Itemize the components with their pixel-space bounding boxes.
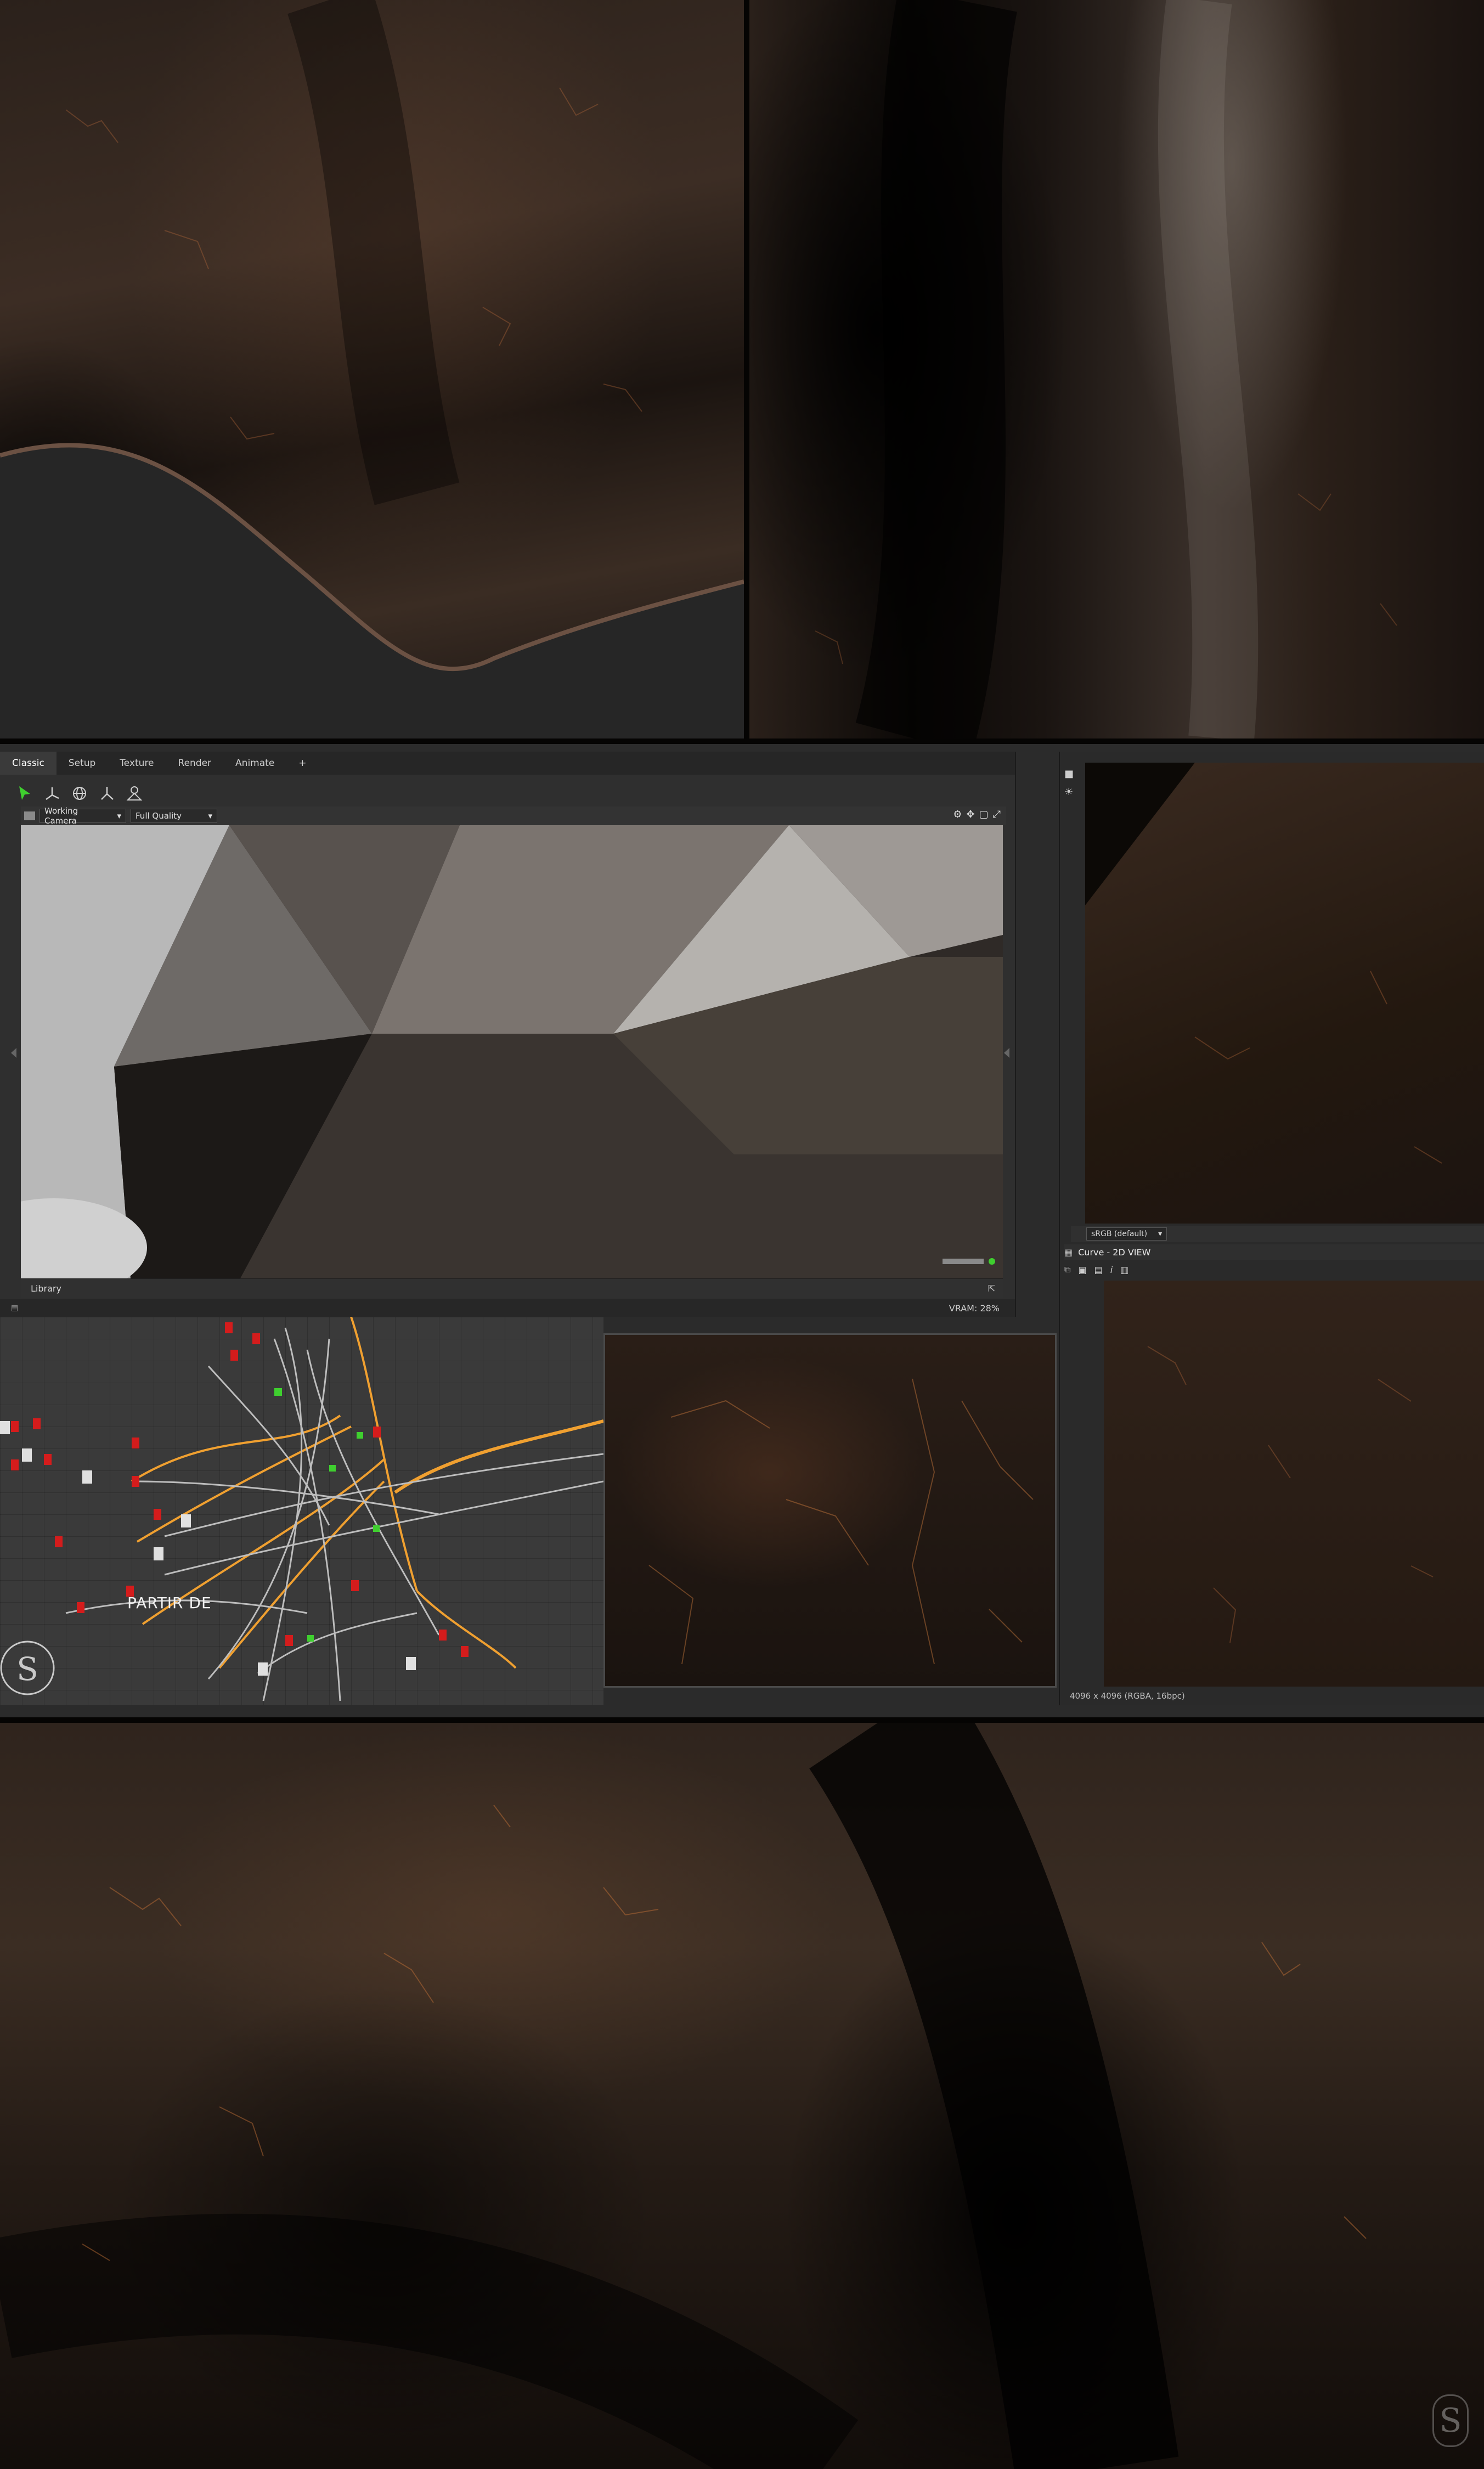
transform-axes-icon[interactable] xyxy=(43,784,61,803)
studio-logo: S xyxy=(1432,2394,1469,2447)
2d-view-toolbar: ⧉ ▣ ▤ i ▥ xyxy=(1064,1262,1128,1277)
select-arrow-icon[interactable] xyxy=(15,784,34,803)
camera-select[interactable]: Working Camera ▾ xyxy=(40,806,126,826)
colorspace-value: sRGB (default) xyxy=(1091,1230,1148,1238)
viewport-header-icons: ⚙ ✥ ▢ ⤢ xyxy=(953,809,1001,820)
leather-render-top-right xyxy=(749,0,1484,739)
leather-render-bottom: S xyxy=(0,1723,1484,2469)
right-panel-icons: ■ ☀ xyxy=(1064,768,1081,798)
move-icon[interactable]: ✥ xyxy=(966,809,974,820)
node-graph-panel[interactable]: S PARTIR DE xyxy=(0,1317,603,1705)
2d-view-title: Curve - 2D VIEW xyxy=(1078,1247,1151,1258)
rock-mesh-illustration xyxy=(21,825,1003,1278)
copy-icon[interactable]: ⧉ xyxy=(1064,1264,1070,1275)
leather-closeup-illustration xyxy=(0,1723,1367,2469)
leather-2d-texture xyxy=(1147,1346,1434,1643)
tab-add[interactable]: + xyxy=(286,752,318,775)
tab-label: Texture xyxy=(120,758,154,769)
camera-icon[interactable]: ■ xyxy=(1064,768,1081,780)
export-icon[interactable]: ▤ xyxy=(1094,1265,1103,1275)
3d-viewport-canvas[interactable] xyxy=(21,825,1003,1278)
viewport-header: Working Camera ▾ Full Quality ▾ ⚙ ✥ ▢ ⤢ xyxy=(21,806,1006,826)
tab-render[interactable]: Render xyxy=(166,752,224,775)
leather-texture-swatch xyxy=(648,1378,1034,1665)
histogram-icon[interactable]: ▥ xyxy=(1120,1265,1128,1275)
texture-preview-panel xyxy=(603,1333,1057,1688)
tab-label: Setup xyxy=(68,758,96,769)
colorspace-bar: sRGB (default) ▾ xyxy=(1071,1226,1484,1242)
tab-texture[interactable]: Texture xyxy=(108,752,166,775)
leather-drape-illustration xyxy=(0,0,744,739)
library-label: Library xyxy=(31,1283,61,1294)
light-icon[interactable]: ☀ xyxy=(1064,786,1081,798)
axis-gizmo-icon[interactable] xyxy=(98,784,116,803)
popout-icon[interactable]: ⇱ xyxy=(988,1283,995,1294)
svg-text:S: S xyxy=(16,1650,38,1688)
3d-view-window: Classic Setup Texture Render Animate + W… xyxy=(0,752,1016,1317)
tab-classic[interactable]: Classic xyxy=(0,752,57,775)
2d-view-header: ▦ Curve - 2D VIEW xyxy=(1064,1244,1484,1260)
tab-label: Render xyxy=(178,758,212,769)
log-icon[interactable]: ▤ xyxy=(11,1304,18,1312)
tab-label: Animate xyxy=(235,758,275,769)
tab-setup[interactable]: Setup xyxy=(57,752,108,775)
quality-select-value: Full Quality xyxy=(136,811,182,821)
colorspace-select[interactable]: sRGB (default) ▾ xyxy=(1086,1227,1167,1241)
collapse-left-icon[interactable] xyxy=(11,1048,16,1058)
camera-icon xyxy=(24,811,35,820)
tab-animate[interactable]: Animate xyxy=(223,752,286,775)
resolution-readout: 4096 x 4096 (RGBA, 16bpc) xyxy=(1070,1691,1185,1701)
expand-icon[interactable]: ⤢ xyxy=(993,809,1001,820)
info-icon[interactable]: i xyxy=(1110,1265,1113,1275)
tab-label: + xyxy=(298,758,307,769)
material-preview-top xyxy=(1085,763,1484,1224)
3d-viewport-frame: Working Camera ▾ Full Quality ▾ ⚙ ✥ ▢ ⤢ xyxy=(21,806,1006,1298)
chevron-down-icon: ▾ xyxy=(208,811,212,821)
leather-fold-illustration xyxy=(815,0,1397,739)
vram-readout: VRAM: 28% xyxy=(949,1303,1000,1314)
viewport-toolbar xyxy=(15,778,144,809)
chevron-down-icon: ▾ xyxy=(117,811,121,821)
quality-select[interactable]: Full Quality ▾ xyxy=(131,809,217,823)
save-icon[interactable]: ▣ xyxy=(1078,1265,1086,1275)
frame-icon[interactable]: ▢ xyxy=(979,809,989,820)
chevron-down-icon: ▾ xyxy=(1158,1230,1163,1238)
library-bar[interactable]: Library ⇱ xyxy=(21,1279,1003,1298)
2d-view-panel: ■ ☀ sRGB (default) ▾ ▦ Curve - 2D VIEW ⧉… xyxy=(1059,752,1484,1705)
node-graph-wires: S xyxy=(0,1317,603,1701)
viewport-status-bar: ▤ VRAM: 28% xyxy=(0,1299,1015,1317)
2d-view-canvas[interactable] xyxy=(1104,1281,1484,1687)
leather-preview-illustration xyxy=(1085,763,1442,1164)
graph-frame-label: PARTIR DE xyxy=(127,1594,212,1612)
gear-icon[interactable]: ⚙ xyxy=(953,809,962,820)
grid-icon: ▦ xyxy=(1064,1247,1073,1258)
mode-tab-bar: Classic Setup Texture Render Animate + xyxy=(0,752,1015,775)
camera-rig-icon[interactable] xyxy=(125,784,144,803)
collapse-right-icon[interactable] xyxy=(1004,1048,1009,1058)
camera-select-value: Working Camera xyxy=(44,806,78,826)
leather-render-top-left xyxy=(0,0,744,739)
tab-label: Classic xyxy=(12,758,44,769)
globe-icon[interactable] xyxy=(70,784,89,803)
